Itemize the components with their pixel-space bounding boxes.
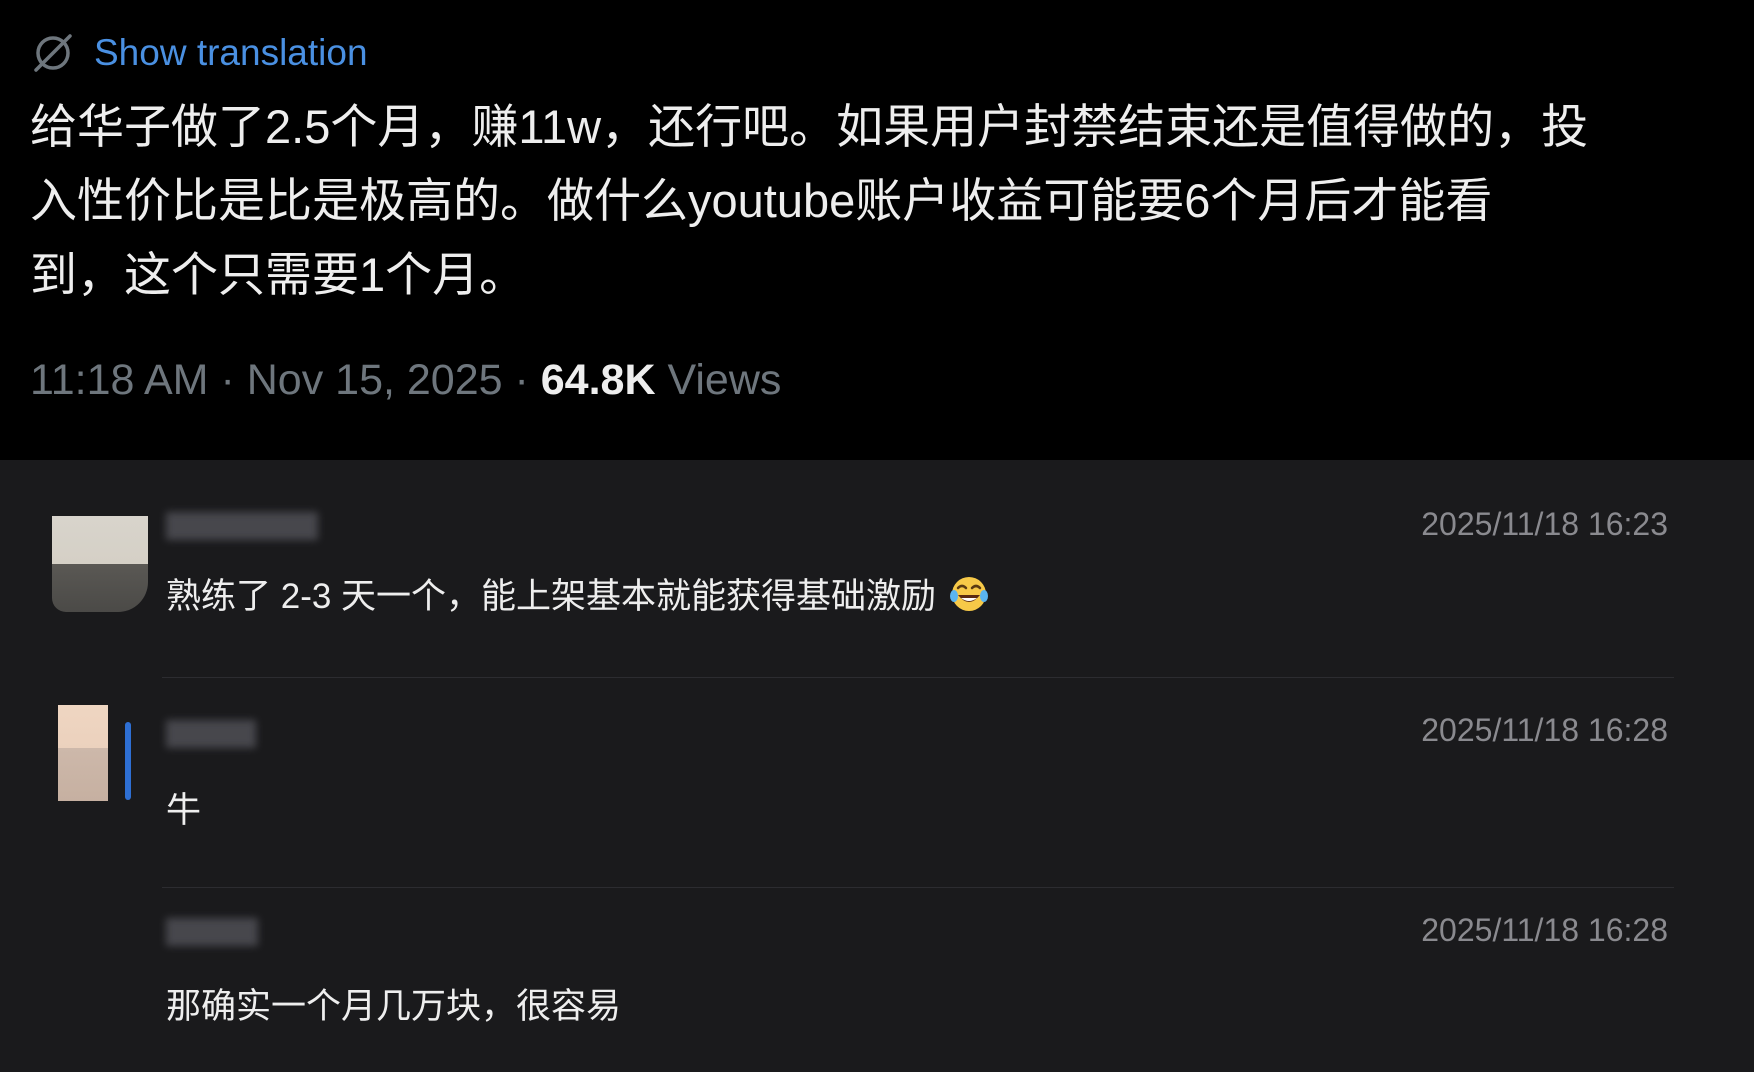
avatar[interactable] bbox=[52, 516, 148, 612]
meta-separator: · bbox=[220, 356, 247, 404]
username-blurred bbox=[166, 512, 318, 540]
views-label: Views bbox=[667, 356, 782, 404]
tweet-time[interactable]: 11:18 AM bbox=[30, 356, 209, 404]
comment-divider bbox=[162, 887, 1674, 888]
comment-divider bbox=[162, 677, 1674, 678]
comment-timestamp: 2025/11/18 16:23 bbox=[1421, 506, 1668, 542]
tweet-text: 给华子做了2.5个月，赚11w，还行吧。如果用户封禁结束还是值得做的，投 入性价… bbox=[30, 100, 1589, 301]
username-blurred bbox=[166, 720, 256, 748]
tweet-panel: Show translation 给华子做了2.5个月，赚11w，还行吧。如果用… bbox=[0, 0, 1754, 460]
comment-text: 那确实一个月几万块，很容易 bbox=[166, 987, 622, 1026]
username-blurred bbox=[166, 918, 258, 946]
comments-section: 2025/11/18 16:23 熟练了 2-3 天一个，能上架基本就能获得基础… bbox=[0, 460, 1754, 1072]
avatar-side-accent bbox=[125, 722, 131, 800]
views-count[interactable]: 64.8K bbox=[541, 356, 656, 404]
tweet-date[interactable]: Nov 15, 2025 bbox=[247, 356, 503, 404]
meta-separator: · bbox=[514, 356, 541, 404]
comment-timestamp: 2025/11/18 16:28 bbox=[1421, 712, 1668, 748]
face-with-tears-of-joy-icon bbox=[949, 577, 988, 611]
comment-text: 牛 bbox=[166, 791, 202, 830]
show-translation-button[interactable]: Show translation bbox=[30, 28, 368, 78]
show-translation-label[interactable]: Show translation bbox=[94, 32, 368, 74]
tweet-meta: 11:18 AM · Nov 15, 2025 · 64.8K Views bbox=[30, 356, 781, 405]
comment-text: 熟练了 2-3 天一个，能上架基本就能获得基础激励 bbox=[166, 577, 937, 616]
comment-timestamp: 2025/11/18 16:28 bbox=[1421, 912, 1668, 948]
comment-text-row: 熟练了 2-3 天一个，能上架基本就能获得基础激励 bbox=[166, 568, 989, 619]
translate-globe-icon bbox=[34, 34, 72, 72]
avatar[interactable] bbox=[58, 705, 108, 801]
